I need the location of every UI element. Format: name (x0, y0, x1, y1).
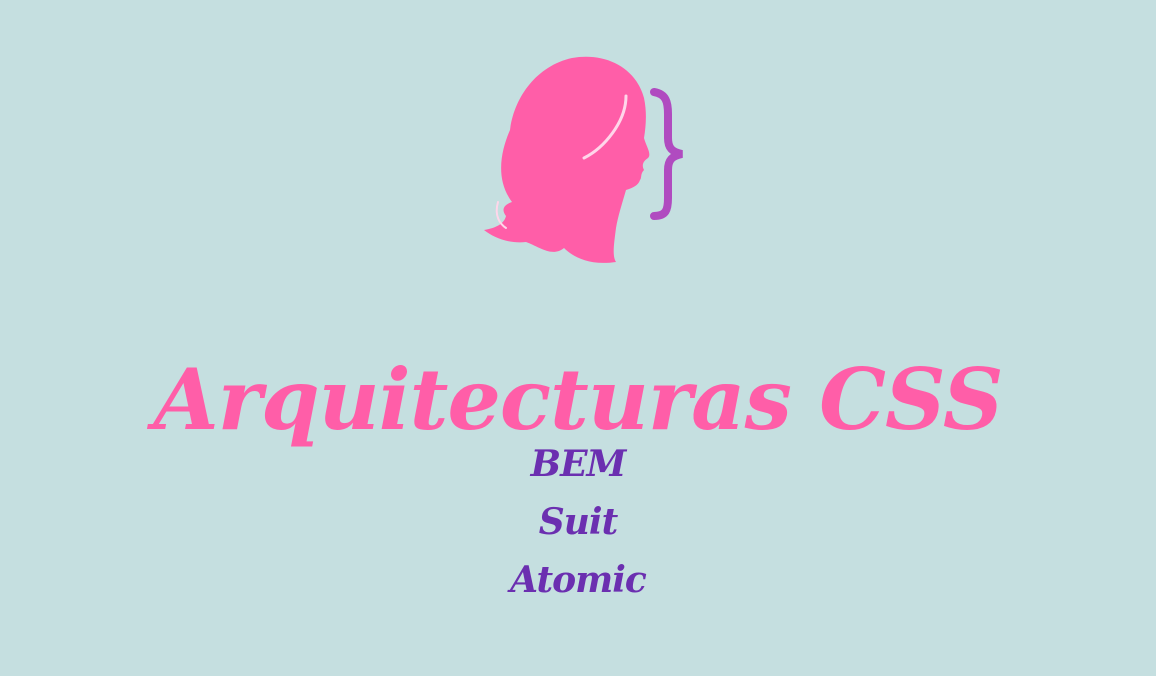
nav-link-bem[interactable]: BEM (531, 443, 627, 485)
hero-section: Arquitecturas CSS BEM Suit Atomic (0, 0, 1156, 676)
nav-link-suit[interactable]: Suit (539, 501, 618, 543)
head-silhouette-icon (484, 56, 650, 263)
nav-item-atomic: Atomic (0, 556, 1156, 614)
woman-profile-logo-icon (484, 56, 683, 263)
curly-brace-icon (650, 88, 683, 220)
nav-item-bem: BEM (0, 440, 1156, 498)
architecture-nav: BEM Suit Atomic (0, 440, 1156, 614)
nav-item-suit: Suit (0, 498, 1156, 556)
nav-link-atomic[interactable]: Atomic (510, 559, 647, 601)
page-title: Arquitecturas CSS (153, 350, 1004, 450)
